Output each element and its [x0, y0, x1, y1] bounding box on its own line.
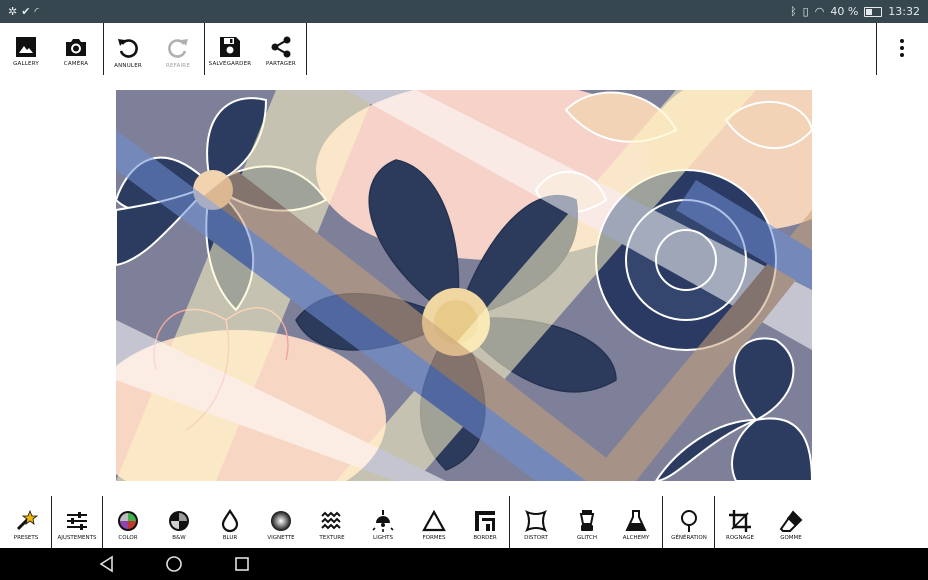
camera-label: CAMÉRA: [63, 61, 89, 67]
tool-label: FORMES: [422, 535, 446, 541]
tree-icon: [681, 510, 697, 532]
more-vert-icon: [900, 39, 904, 57]
flask-icon: [625, 510, 647, 531]
tool-glitch[interactable]: GLITCH: [561, 496, 613, 548]
tool-shapes[interactable]: FORMES: [408, 496, 460, 548]
floral-artwork: [116, 90, 812, 481]
gallery-button[interactable]: GALLERY: [0, 23, 52, 75]
vibrate-icon: ▯: [802, 5, 809, 18]
save-button[interactable]: SALVEGARDER: [204, 23, 256, 75]
share-icon: [271, 36, 291, 58]
eraser-icon: [779, 510, 803, 532]
tool-label: VIGNETTE: [267, 535, 295, 541]
camera-icon: [66, 39, 86, 56]
triangle-icon: [422, 509, 446, 532]
save-icon: [220, 37, 240, 57]
tool-label: BORDER: [473, 535, 497, 541]
tool-label: BLUR: [222, 535, 238, 541]
tool-label: GÉNÉRATION: [671, 535, 707, 541]
tool-label: GLITCH: [577, 535, 597, 541]
bw-icon: [169, 511, 189, 531]
tool-distort[interactable]: DISTORT: [510, 496, 562, 548]
border-icon: [475, 511, 495, 531]
gallery-icon: [16, 37, 36, 57]
tool-crop[interactable]: ROGNAGE: [714, 496, 766, 548]
drop-icon: [221, 509, 239, 533]
tool-blur[interactable]: BLUR: [204, 496, 256, 548]
tool-alchemy[interactable]: ALCHEMY: [610, 496, 662, 548]
tool-vignette[interactable]: VIGNETTE: [255, 496, 307, 548]
settings-icon: ✲: [8, 5, 18, 18]
tool-label: GOMME: [780, 535, 802, 541]
photo-canvas[interactable]: [116, 90, 812, 481]
gallery-label: GALLERY: [13, 61, 39, 67]
tool-border[interactable]: BORDER: [459, 496, 511, 548]
waves-icon: [321, 511, 341, 530]
tools-toolbar: PRESETS AJUSTEMENTS COLOR B&W BLUR VIGNE…: [0, 496, 928, 548]
redo-button[interactable]: REFAIRE: [152, 23, 204, 75]
crop-icon: [729, 510, 751, 532]
sliders-icon: [67, 512, 87, 530]
home-icon[interactable]: [164, 554, 184, 574]
tool-generation[interactable]: GÉNÉRATION: [663, 496, 715, 548]
tool-label: B&W: [172, 535, 186, 541]
tool-label: TEXTURE: [319, 535, 345, 541]
tool-label: PRESETS: [13, 535, 39, 541]
tool-label: AJUSTEMENTS: [57, 535, 97, 541]
undo-label: ANNULER: [114, 63, 142, 69]
tool-presets[interactable]: PRESETS: [0, 496, 52, 548]
system-navigation-bar: [0, 548, 928, 580]
tool-label: ROGNAGE: [726, 535, 754, 541]
redo-icon: [168, 39, 188, 58]
magic-wand-icon: [16, 509, 38, 531]
tool-eraser[interactable]: GOMME: [765, 496, 817, 548]
distort-icon: [525, 510, 547, 532]
tool-label: LIGHTS: [373, 535, 393, 541]
wifi-icon: ◠: [814, 5, 825, 18]
bluetooth-icon: ᛒ: [790, 5, 797, 18]
check-icon: ✔: [21, 5, 31, 18]
clock: 13:32: [888, 5, 920, 18]
vignette-icon: [271, 511, 291, 531]
battery-percent: 40 %: [830, 5, 859, 18]
recents-icon[interactable]: [232, 554, 252, 574]
blender-icon: [579, 510, 595, 531]
battery-icon: [864, 6, 883, 17]
tool-adjustments[interactable]: AJUSTEMENTS: [51, 496, 103, 548]
undo-button[interactable]: ANNULER: [102, 23, 154, 75]
color-wheel-icon: [118, 511, 138, 531]
divider: [306, 23, 307, 75]
more-options-button[interactable]: [876, 23, 928, 75]
tool-color[interactable]: COLOR: [102, 496, 154, 548]
tool-label: ALCHEMY: [622, 535, 650, 541]
back-icon[interactable]: [97, 554, 117, 574]
share-label: PARTAGER: [266, 61, 296, 67]
save-label: SALVEGARDER: [208, 61, 252, 67]
tool-lights[interactable]: LIGHTS: [357, 496, 409, 548]
redo-label: REFAIRE: [165, 63, 191, 69]
top-toolbar: GALLERY CAMÉRA ANNULER REFAIRE SALVEGARD…: [0, 23, 928, 75]
signal-icon: ◜: [34, 5, 39, 18]
share-button[interactable]: PARTAGER: [255, 23, 307, 75]
camera-button[interactable]: CAMÉRA: [50, 23, 102, 75]
tool-texture[interactable]: TEXTURE: [306, 496, 358, 548]
tool-bw[interactable]: B&W: [153, 496, 205, 548]
undo-icon: [118, 39, 138, 58]
status-bar: ✲ ✔ ◜ ᛒ ▯ ◠ 40 % 13:32: [0, 0, 928, 23]
tool-label: COLOR: [118, 535, 138, 541]
tool-label: DISTORT: [524, 535, 548, 541]
lamp-icon: [372, 510, 394, 532]
